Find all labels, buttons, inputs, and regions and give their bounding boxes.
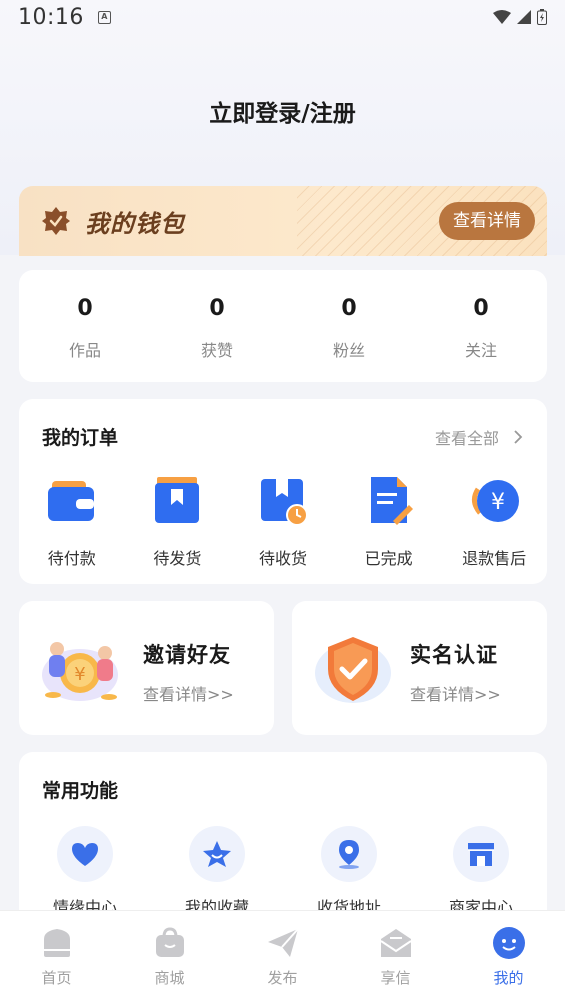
wallet-title: 我的钱包 — [85, 210, 185, 238]
order-refund[interactable]: ¥ 退款售后 — [441, 475, 547, 569]
store-icon — [468, 843, 494, 866]
svg-text:¥: ¥ — [74, 664, 85, 685]
func-icon-bg — [189, 826, 245, 882]
invite-subtitle: 查看详情>> — [143, 685, 234, 704]
orders-card: 我的订单 查看全部 待付款 待发货 待收货 已完成 ¥ 退款售后 — [19, 399, 547, 584]
stat-fans[interactable]: 0 粉丝 — [283, 270, 415, 382]
bottom-tab-bar: 首页 商城 发布 享信 我的 — [0, 910, 565, 1004]
wallet-detail-button[interactable]: 查看详情 — [439, 202, 535, 240]
tab-publish[interactable]: 发布 — [226, 911, 339, 1004]
orders-title: 我的订单 — [42, 427, 119, 449]
stat-likes[interactable]: 0 获赞 — [151, 270, 283, 382]
tab-label: 商城 — [154, 969, 185, 987]
func-address[interactable]: 收货地址 — [283, 826, 415, 918]
order-label: 待付款 — [47, 549, 96, 568]
shop-bag-icon — [152, 925, 188, 961]
order-label: 待收货 — [258, 549, 307, 568]
tab-label: 我的 — [493, 969, 524, 987]
order-pending-payment[interactable]: 待付款 — [19, 475, 125, 569]
order-completed[interactable]: 已完成 — [336, 475, 442, 569]
shield-check-icon — [315, 637, 391, 703]
stat-value: 0 — [209, 296, 225, 321]
svg-text:¥: ¥ — [491, 490, 505, 515]
func-merchant-center[interactable]: 商家中心 — [415, 826, 547, 918]
orders-view-all[interactable]: 查看全部 — [435, 425, 523, 449]
mail-icon — [378, 925, 414, 961]
invite-friends-card[interactable]: ¥ 邀请好友 查看详情>> — [19, 601, 274, 735]
stat-works[interactable]: 0 作品 — [19, 270, 151, 382]
invite-friends-illustration: ¥ — [42, 642, 118, 701]
tab-mine[interactable]: 我的 — [452, 911, 565, 1004]
status-time: 10:16 — [18, 4, 84, 30]
real-name-verify-card[interactable]: 实名认证 查看详情>> — [292, 601, 547, 735]
order-status-row: 待付款 待发货 待收货 已完成 ¥ 退款售后 — [19, 475, 547, 569]
func-love-center[interactable]: 情缘中心 — [19, 826, 151, 918]
order-pending-receipt[interactable]: 待收货 — [230, 475, 336, 569]
view-all-label: 查看全部 — [434, 429, 499, 448]
tab-messages[interactable]: 享信 — [339, 911, 452, 1004]
star-icon — [203, 841, 231, 867]
status-bar: 10:16 A — [0, 0, 565, 34]
stat-label: 获赞 — [200, 341, 233, 360]
heart-icon — [72, 843, 98, 866]
func-icon-bg — [453, 826, 509, 882]
verify-title: 实名认证 — [410, 643, 498, 667]
wallet-icon — [47, 481, 94, 521]
stat-following[interactable]: 0 关注 — [415, 270, 547, 382]
func-favorites[interactable]: 我的收藏 — [151, 826, 283, 918]
tab-label: 享信 — [380, 969, 411, 987]
tab-home[interactable]: 首页 — [0, 911, 113, 1004]
send-icon — [265, 925, 301, 961]
order-label: 退款售后 — [462, 549, 527, 568]
wifi-icon — [493, 10, 511, 24]
box-icon — [155, 477, 200, 523]
a-icon: A — [97, 10, 111, 24]
func-icon-bg — [321, 826, 377, 882]
battery-icon — [537, 9, 547, 25]
profile-icon — [491, 925, 527, 961]
tab-label: 首页 — [41, 969, 72, 987]
invite-title: 邀请好友 — [143, 643, 231, 667]
status-icons — [493, 9, 547, 25]
package-clock-icon — [260, 479, 308, 526]
stat-label: 粉丝 — [332, 341, 365, 360]
wallet-banner[interactable]: 我的钱包 查看详情 — [19, 186, 547, 256]
home-icon — [39, 925, 75, 961]
stat-value: 0 — [77, 296, 93, 321]
order-label: 已完成 — [364, 549, 413, 568]
verify-subtitle: 查看详情>> — [410, 685, 501, 704]
tab-mall[interactable]: 商城 — [113, 911, 226, 1004]
signal-icon — [517, 10, 531, 24]
stat-label: 关注 — [464, 341, 497, 360]
badge-icon — [42, 207, 70, 235]
functions-title: 常用功能 — [42, 780, 119, 802]
stat-value: 0 — [473, 296, 489, 321]
chevron-right-icon — [514, 430, 523, 444]
order-label: 待发货 — [153, 549, 202, 568]
tab-label: 发布 — [267, 969, 298, 987]
func-icon-bg — [57, 826, 113, 882]
stats-card: 0 作品 0 获赞 0 粉丝 0 关注 — [19, 270, 547, 382]
order-pending-shipment[interactable]: 待发货 — [125, 475, 231, 569]
login-register-link[interactable]: 立即登录/注册 — [0, 94, 565, 128]
document-check-icon — [370, 477, 413, 525]
stat-value: 0 — [341, 296, 357, 321]
functions-row: 情缘中心 我的收藏 收货地址 商家中心 — [19, 826, 547, 918]
yen-refund-icon: ¥ — [472, 480, 520, 522]
location-icon — [339, 840, 359, 869]
stat-label: 作品 — [68, 341, 101, 360]
